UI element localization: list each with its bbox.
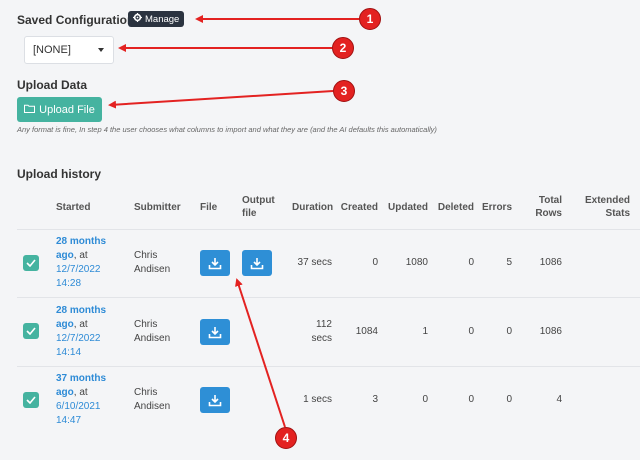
annotation-arrows (108, 15, 359, 428)
callout-badge: 4 (275, 427, 297, 449)
callout-badge: 2 (332, 37, 354, 59)
annotation-arrow (235, 278, 286, 428)
annotation-arrow (108, 90, 334, 109)
callout-badge: 1 (359, 8, 381, 30)
callout-badge: 3 (333, 80, 355, 102)
